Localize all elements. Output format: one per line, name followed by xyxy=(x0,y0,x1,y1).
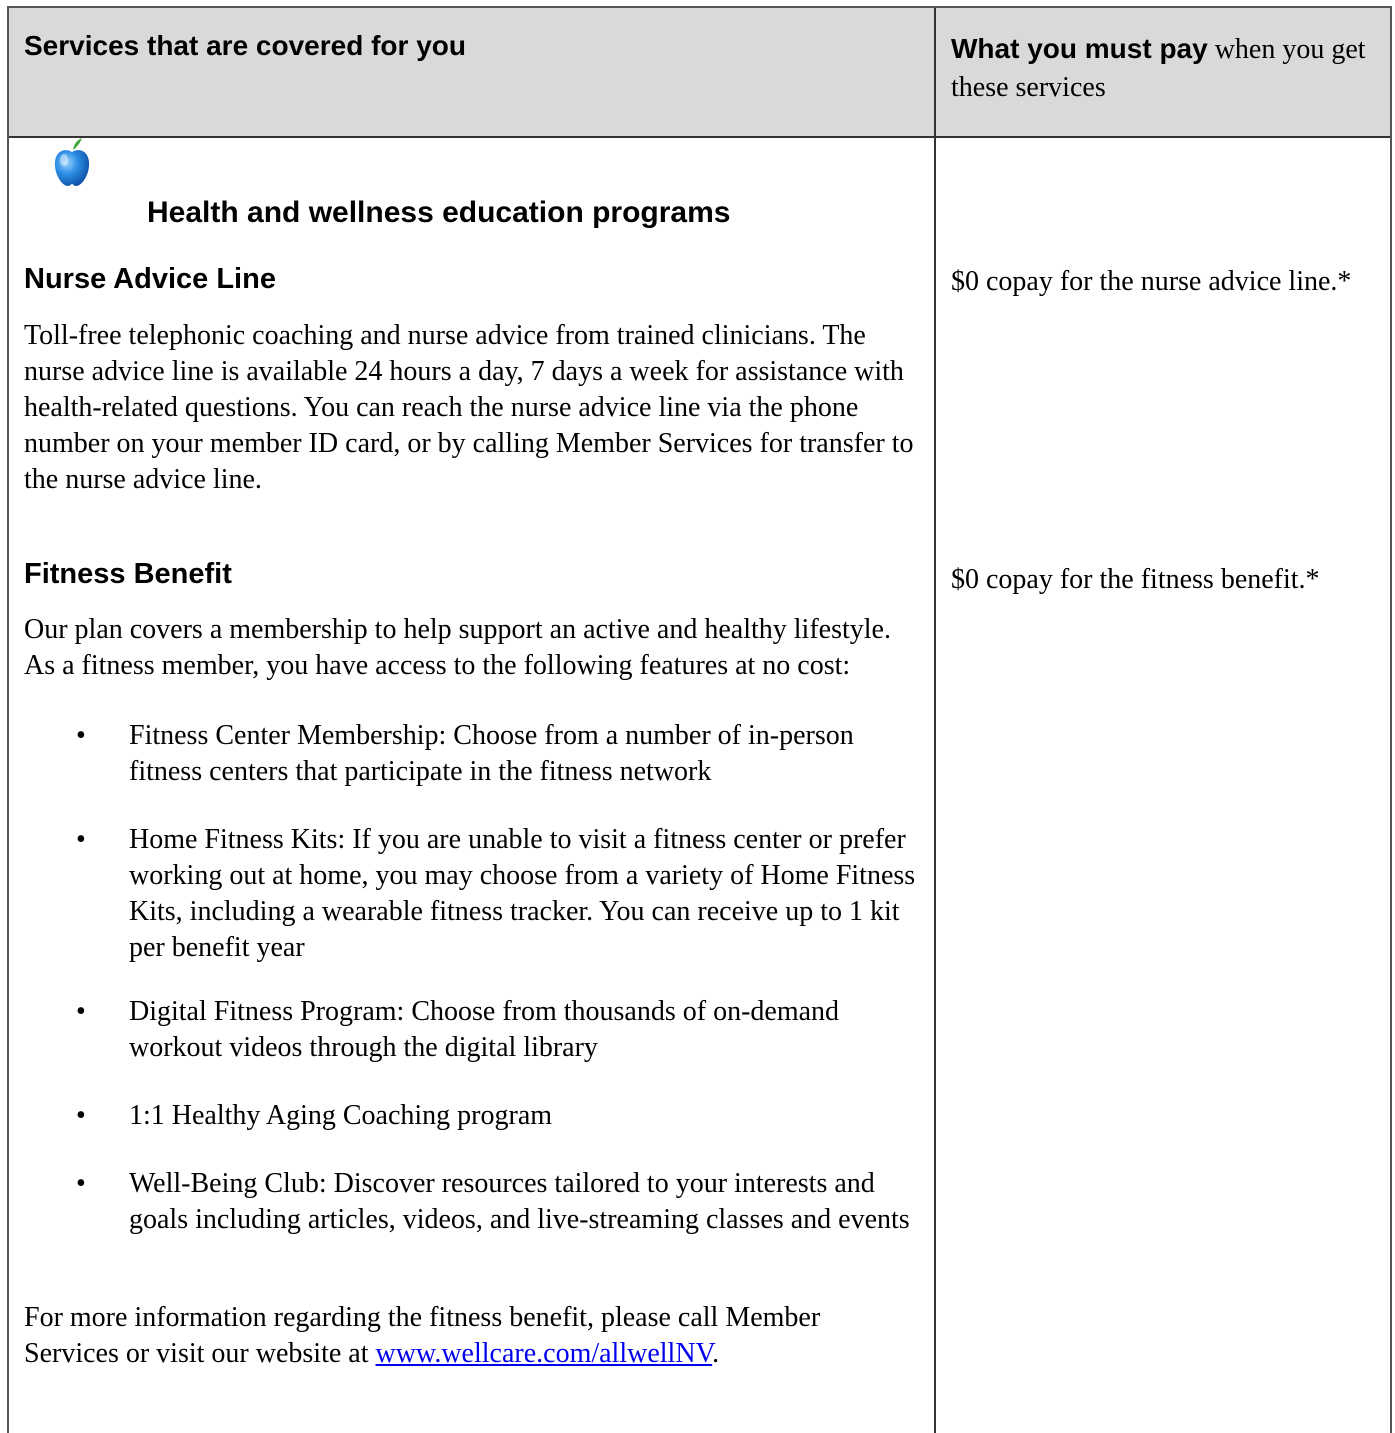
list-item-text: 1:1 Healthy Aging Coaching program xyxy=(129,1100,553,1131)
benefits-table: Services that are covered for you What y… xyxy=(7,6,1392,1433)
bullet-dot: • xyxy=(76,1100,86,1131)
nurse-advice-copay: $0 copay for the nurse advice line.* xyxy=(951,266,1352,297)
fitness-footer: For more information regarding the fitne… xyxy=(24,1300,844,1372)
bullet-dot: • xyxy=(76,996,86,1027)
fitness-benefit-title: Fitness Benefit xyxy=(24,558,232,590)
list-item-text: Digital Fitness Program: Choose from tho… xyxy=(129,996,840,1063)
nurse-advice-description: Toll-free telephonic coaching and nurse … xyxy=(24,320,914,495)
column-divider xyxy=(934,8,936,1433)
table-header: Services that are covered for you What y… xyxy=(9,8,1390,138)
list-item-text: Well-Being Club: Discover resources tail… xyxy=(129,1168,910,1235)
bullet-dot: • xyxy=(76,1168,86,1199)
fitness-footer-end: . xyxy=(712,1338,720,1369)
section-title: Health and wellness education programs xyxy=(147,196,731,229)
website-link[interactable]: www.wellcare.com/allwellNV xyxy=(375,1338,712,1369)
list-item-text: Fitness Center Membership: Choose from a… xyxy=(129,720,854,787)
header-what-you-pay: What you must pay when you get these ser… xyxy=(951,30,1371,107)
fitness-benefit-intro: Our plan covers a membership to help sup… xyxy=(24,614,891,681)
list-item-text: Home Fitness Kits: If you are unable to … xyxy=(129,824,916,963)
header-what-you-pay-strong: What you must pay xyxy=(951,33,1208,64)
header-services-covered: Services that are covered for you xyxy=(24,30,466,61)
bullet-dot: • xyxy=(76,824,86,855)
apple-icon xyxy=(52,136,92,195)
bullet-dot: • xyxy=(76,720,86,751)
nurse-advice-title: Nurse Advice Line xyxy=(24,263,276,295)
fitness-benefit-copay: $0 copay for the fitness benefit.* xyxy=(951,564,1320,595)
